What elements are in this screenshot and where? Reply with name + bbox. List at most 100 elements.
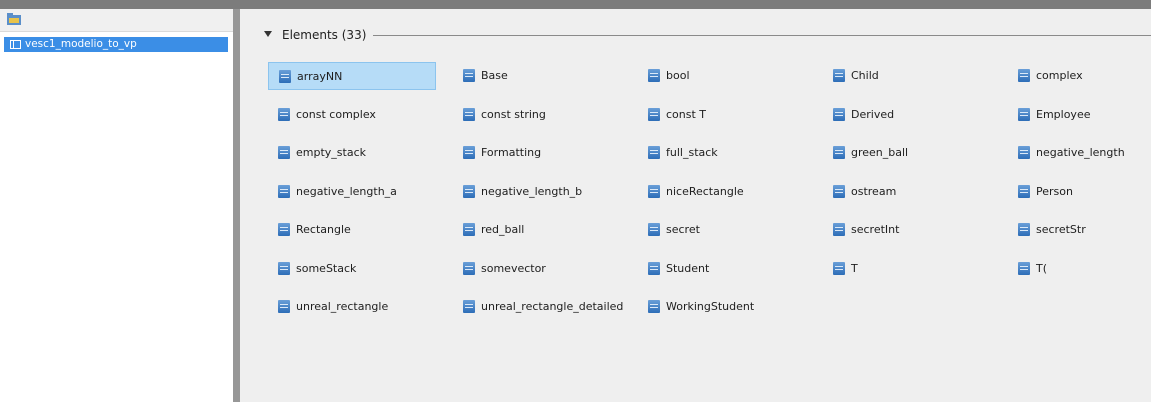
element-item[interactable]: Rectangle bbox=[268, 216, 436, 244]
element-item[interactable]: green_ball bbox=[823, 139, 991, 167]
class-icon bbox=[1018, 69, 1030, 82]
class-icon bbox=[278, 261, 290, 275]
element-label: full_stack bbox=[666, 146, 718, 159]
element-label: Base bbox=[481, 69, 508, 82]
element-label: niceRectangle bbox=[666, 184, 744, 198]
element-item[interactable]: negative_length_b bbox=[453, 178, 621, 206]
class-icon bbox=[648, 146, 660, 159]
element-item[interactable]: negative_length bbox=[1008, 139, 1151, 167]
element-item[interactable]: empty_stack bbox=[268, 139, 436, 167]
class-icon bbox=[463, 69, 475, 82]
class-icon bbox=[833, 69, 845, 82]
element-item[interactable]: arrayNN bbox=[268, 62, 436, 90]
element-label: Rectangle bbox=[296, 223, 351, 236]
class-icon bbox=[1018, 107, 1030, 121]
element-item[interactable]: const T bbox=[638, 101, 806, 129]
class-icon bbox=[463, 146, 475, 159]
section-title: Elements (33) bbox=[282, 28, 367, 42]
element-label: const complex bbox=[296, 107, 376, 121]
element-label: arrayNN bbox=[297, 70, 343, 83]
package-icon bbox=[10, 40, 21, 49]
element-item[interactable]: T bbox=[823, 255, 991, 283]
element-item[interactable]: Person bbox=[1008, 178, 1151, 206]
element-label: unreal_rectangle_detailed bbox=[481, 300, 624, 313]
class-icon bbox=[1018, 261, 1030, 275]
class-icon bbox=[833, 223, 845, 236]
element-label: complex bbox=[1036, 69, 1083, 82]
chevron-down-icon[interactable] bbox=[264, 31, 272, 37]
class-icon bbox=[648, 300, 660, 313]
model-tree-panel: vesc1_modelio_to_vp bbox=[0, 9, 233, 402]
class-icon bbox=[279, 70, 291, 83]
class-icon bbox=[833, 184, 845, 198]
element-item[interactable]: unreal_rectangle_detailed bbox=[453, 293, 624, 321]
element-item[interactable]: Derived bbox=[823, 101, 991, 129]
element-label: bool bbox=[666, 69, 690, 82]
class-icon bbox=[833, 261, 845, 275]
element-item[interactable]: Employee bbox=[1008, 101, 1151, 129]
window-top-bar bbox=[0, 0, 1151, 9]
element-label: const T bbox=[666, 107, 707, 121]
element-label: unreal_rectangle bbox=[296, 300, 389, 313]
panel-splitter[interactable] bbox=[233, 9, 240, 402]
element-label: someStack bbox=[296, 261, 357, 275]
element-item[interactable]: secretInt bbox=[823, 216, 991, 244]
element-label: green_ball bbox=[851, 146, 909, 159]
class-icon bbox=[648, 69, 660, 82]
element-item[interactable]: full_stack bbox=[638, 139, 806, 167]
class-icon bbox=[648, 223, 660, 236]
class-icon bbox=[463, 261, 475, 275]
element-label: negative_length_a bbox=[296, 184, 397, 198]
element-label: T( bbox=[1036, 261, 1048, 275]
element-item[interactable]: const string bbox=[453, 101, 621, 129]
model-browser-icon[interactable] bbox=[7, 13, 21, 25]
class-icon bbox=[833, 146, 845, 159]
element-label: red_ball bbox=[481, 223, 525, 236]
class-icon bbox=[648, 107, 660, 121]
class-icon bbox=[1018, 223, 1030, 236]
element-label: secret bbox=[666, 223, 700, 236]
class-icon bbox=[463, 223, 475, 236]
class-icon bbox=[463, 300, 475, 313]
element-item[interactable]: red_ball bbox=[453, 216, 621, 244]
element-label: T bbox=[851, 261, 858, 275]
class-icon bbox=[278, 107, 290, 121]
element-item[interactable]: unreal_rectangle bbox=[268, 293, 436, 321]
element-label: somevector bbox=[481, 261, 546, 275]
class-icon bbox=[278, 184, 290, 198]
element-item[interactable]: Child bbox=[823, 62, 991, 90]
element-item[interactable]: const complex bbox=[268, 101, 436, 129]
element-item[interactable]: someStack bbox=[268, 255, 436, 283]
element-item[interactable]: complex bbox=[1008, 62, 1151, 90]
elements-panel: Elements (33) arrayNN Base bool Child comple… bbox=[240, 9, 1151, 402]
element-label: Child bbox=[851, 69, 879, 82]
tree-toolbar bbox=[0, 9, 233, 32]
element-item[interactable]: ostream bbox=[823, 178, 991, 206]
element-item[interactable]: somevector bbox=[453, 255, 621, 283]
class-icon bbox=[278, 223, 290, 236]
element-label: Student bbox=[666, 261, 710, 275]
section-divider bbox=[373, 35, 1151, 36]
element-item[interactable]: secretStr bbox=[1008, 216, 1151, 244]
element-label: negative_length_b bbox=[481, 184, 583, 198]
tree-item-project[interactable]: vesc1_modelio_to_vp bbox=[4, 37, 228, 52]
element-item[interactable]: T( bbox=[1008, 255, 1151, 283]
element-item[interactable]: secret bbox=[638, 216, 806, 244]
class-icon bbox=[278, 300, 290, 313]
class-icon bbox=[278, 146, 290, 159]
class-icon bbox=[1018, 146, 1030, 159]
element-label: ostream bbox=[851, 184, 897, 198]
class-icon bbox=[833, 107, 845, 121]
class-icon bbox=[648, 184, 660, 198]
element-item[interactable]: niceRectangle bbox=[638, 178, 806, 206]
element-item[interactable]: WorkingStudent bbox=[638, 293, 806, 321]
tree-item-label: vesc1_modelio_to_vp bbox=[25, 38, 137, 50]
element-item[interactable]: Formatting bbox=[453, 139, 621, 167]
elements-section-header[interactable]: Elements (33) bbox=[264, 27, 366, 43]
class-icon bbox=[1018, 184, 1030, 198]
element-item[interactable]: Base bbox=[453, 62, 621, 90]
class-icon bbox=[463, 107, 475, 121]
element-item[interactable]: negative_length_a bbox=[268, 178, 436, 206]
element-item[interactable]: bool bbox=[638, 62, 806, 90]
element-item[interactable]: Student bbox=[638, 255, 806, 283]
